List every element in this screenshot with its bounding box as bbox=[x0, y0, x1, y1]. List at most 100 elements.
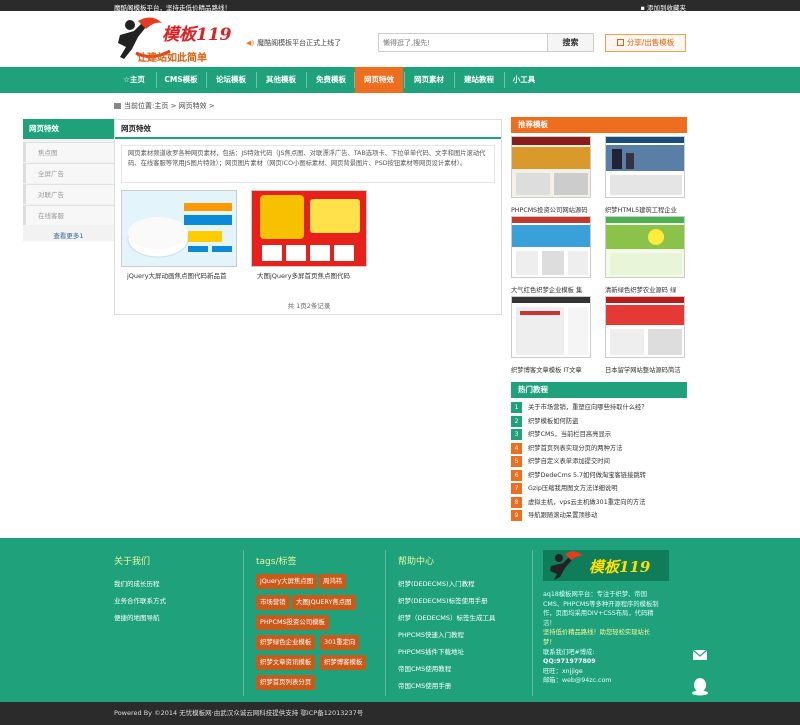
nav-free-templates[interactable]: 免费模板 bbox=[308, 67, 354, 93]
about-line: 作，页面均采用DIV+CSS布局，代码精 bbox=[543, 610, 654, 618]
nav-forum-templates[interactable]: 论坛模板 bbox=[208, 67, 254, 93]
qq-penguin-icon bbox=[692, 678, 708, 696]
list-item[interactable]: 8 虚拟主机，vps云主机做301重定向的方法 bbox=[511, 496, 687, 510]
recommend-title: 推荐模板 bbox=[511, 117, 687, 133]
footer-link[interactable]: PHPCMS快速入门教程 bbox=[398, 629, 464, 639]
tag[interactable]: 301重定向 bbox=[320, 635, 360, 650]
template-caption[interactable]: 日本留学网站整站源码简洁 bbox=[605, 365, 691, 374]
hot-tutorials-panel: 热门教程 1 关于市场营销，重塑应向哪些持取什么经？ 2 织梦模板如何防盗 3 织梦C… bbox=[511, 382, 687, 521]
template-caption[interactable]: 大气红色织梦企业模板 集 bbox=[511, 285, 597, 294]
footer-link[interactable]: 织梦(DEDECMS)入门教程 bbox=[398, 578, 475, 588]
template-thumbnail[interactable] bbox=[605, 296, 685, 358]
footer-logo: 模板119 bbox=[543, 550, 669, 581]
share-label: 分享/出售模板 bbox=[626, 38, 675, 47]
template-caption[interactable]: 织梦博客文章模板 IT文章 bbox=[511, 365, 597, 374]
router-image bbox=[122, 191, 236, 266]
logo-slogan: 让建站如此简单 bbox=[137, 53, 207, 64]
nav-tutorials[interactable]: 建站教程 bbox=[456, 67, 502, 93]
mail-icon bbox=[692, 649, 708, 660]
nav-cms-templates[interactable]: CMS模板 bbox=[158, 67, 204, 93]
nav-divider bbox=[156, 72, 157, 88]
nav-divider bbox=[454, 72, 455, 88]
template-thumbnail[interactable] bbox=[511, 216, 591, 278]
nav-divider bbox=[256, 72, 257, 88]
template-thumbnail[interactable] bbox=[511, 136, 591, 198]
list-item[interactable]: 6 织梦DedeCms 5.7如何做淘宝客链接跳转 bbox=[511, 469, 687, 483]
template-thumbnail[interactable] bbox=[511, 296, 591, 358]
nav-home[interactable]: ☆主页 bbox=[114, 67, 154, 93]
nav-divider bbox=[404, 72, 405, 88]
email-contact[interactable]: 邮箱：web@94zc.com bbox=[543, 676, 693, 686]
breadcrumb-home[interactable]: 主页 bbox=[154, 102, 168, 110]
footer-link[interactable]: 织梦(DEDECMS)标签使用手册 bbox=[398, 595, 488, 605]
template-thumbnail[interactable] bbox=[605, 216, 685, 278]
tag[interactable]: 大图JQUERY焦点图 bbox=[292, 595, 356, 610]
main-content: 网页特效 网页素材频道收罗各种网页素材，包括：JS特效代码（JS焦点图、对联漂浮… bbox=[114, 119, 502, 315]
item-caption[interactable]: 大图jQuery多屏首页焦点图代码 bbox=[257, 270, 385, 280]
list-item[interactable]: 4 织梦首页列表实现分页的两种方法 bbox=[511, 442, 687, 456]
template-caption[interactable]: 织梦HTML5建筑工程企业 bbox=[605, 205, 691, 214]
qq-button[interactable] bbox=[686, 672, 714, 700]
site-logo[interactable]: 模板119 让建站如此简单 bbox=[112, 15, 242, 64]
qq-contact[interactable]: QQ:971977809 bbox=[543, 657, 693, 667]
speaker-icon: ◀) bbox=[246, 39, 255, 47]
notice-text: 魔酷阁模板平台正式上线了 bbox=[257, 39, 342, 47]
about-line: 联系我们吧#博成: bbox=[543, 648, 595, 656]
search-button[interactable]: 搜索 bbox=[547, 34, 593, 51]
tag[interactable]: 周鸿祎 bbox=[319, 574, 347, 589]
wangwang-contact[interactable]: 旺旺：xnjjige bbox=[543, 667, 693, 677]
tag[interactable]: PHPCMS投资公司模板 bbox=[256, 615, 329, 630]
category-sidebar: 网页特效 焦点图 全屏广告 对联广告 在线客服 查看更多1 bbox=[23, 119, 114, 241]
footer-link[interactable]: 织梦（DEDECMS）标签生成工具 bbox=[398, 612, 496, 622]
logo-text: 模板119 bbox=[162, 25, 232, 45]
sidebar-item-couplet-ad[interactable]: 对联广告 bbox=[23, 184, 114, 204]
nav-other-templates[interactable]: 其他模板 bbox=[258, 67, 304, 93]
footer-link[interactable]: 帝国CMS使用手册 bbox=[398, 680, 451, 690]
footer: 关于我们 我们的成长历程 业务合作联系方式 便捷的地图导航 tags/标签 jQ… bbox=[0, 538, 800, 702]
share-icon bbox=[616, 39, 624, 46]
list-item[interactable]: 3 织梦CMS，当前栏目高亮显示 bbox=[511, 428, 687, 442]
sidebar-item-focus-image[interactable]: 焦点图 bbox=[23, 142, 114, 162]
sidebar-title: 网页特效 bbox=[23, 119, 114, 139]
template-thumbnail[interactable] bbox=[605, 136, 685, 198]
footer-link[interactable]: 业务合作联系方式 bbox=[114, 595, 166, 605]
copyright-bar: Powered By ©2014 无忧模板网·由武汉众诚云网科技提供支持 鄂IC… bbox=[0, 702, 800, 725]
list-item[interactable]: 2 织梦模板如何防盗 bbox=[511, 415, 687, 429]
share-button[interactable]: 分享/出售模板 bbox=[605, 34, 686, 52]
sidebar-more-link[interactable]: 查看更多1 bbox=[23, 230, 114, 240]
search-input[interactable] bbox=[379, 34, 547, 51]
notice[interactable]: ◀) 魔酷阁模板平台正式上线了 bbox=[246, 38, 341, 48]
nav-divider bbox=[206, 72, 207, 88]
category-description: 网页素材频道收罗各种网页素材，包括：JS特效代码（JS焦点图、对联漂浮广告、TA… bbox=[121, 145, 495, 183]
nav-web-materials[interactable]: 网页素材 bbox=[406, 67, 452, 93]
tag[interactable]: 织梦博客模板 bbox=[320, 655, 367, 670]
main-nav: ☆主页 CMS模板 论坛模板 其他模板 免费模板 网页特效 网页素材 建站教程 … bbox=[0, 67, 800, 93]
about-line: 梦！ bbox=[543, 639, 556, 646]
list-item[interactable]: 1 关于市场营销，重塑应向哪些持取什么经？ bbox=[511, 401, 687, 415]
about-line: 坚持低价精品路线！助您轻松实现站长 bbox=[543, 629, 651, 637]
list-item[interactable]: 9 导航跟随滚动呆置顶移动 bbox=[511, 509, 687, 523]
sidebar-item-fullscreen-ad[interactable]: 全屏广告 bbox=[23, 163, 114, 183]
message-button[interactable] bbox=[686, 641, 714, 669]
sidebar-item-online-service[interactable]: 在线客服 bbox=[23, 205, 114, 225]
tag[interactable]: jQuery大屏焦点图 bbox=[256, 574, 318, 589]
footer-link[interactable]: 我们的成长历程 bbox=[114, 578, 160, 588]
list-item[interactable]: 5 织梦自定义表单添加提交时间 bbox=[511, 455, 687, 469]
item-thumbnail[interactable] bbox=[121, 190, 237, 267]
footer-link[interactable]: 帝国CMS使用教程 bbox=[398, 663, 451, 673]
item-thumbnail[interactable] bbox=[251, 190, 367, 267]
tag[interactable]: 织梦文章资讯模板 bbox=[256, 655, 316, 670]
red-envelope-image bbox=[252, 191, 366, 266]
tag[interactable]: 织梦首页列表分页 bbox=[256, 675, 316, 690]
item-caption[interactable]: jQuery大屏动画焦点图代码新品首 bbox=[127, 270, 255, 280]
nav-web-effects[interactable]: 网页特效 bbox=[355, 67, 403, 93]
template-caption[interactable]: 清新绿色织梦农业源码 绿 bbox=[605, 285, 691, 294]
list-item[interactable]: 7 Gzip压缩我用图文方法详细说明 bbox=[511, 482, 687, 496]
breadcrumb-current[interactable]: 网页特效 bbox=[179, 102, 207, 110]
tag[interactable]: 市场营销 bbox=[256, 595, 290, 610]
template-caption[interactable]: PHPCMS投资公司网站源码 bbox=[511, 205, 597, 214]
footer-link[interactable]: 便捷的地图导航 bbox=[114, 612, 160, 622]
tag[interactable]: 织梦绿色企业模板 bbox=[256, 635, 316, 650]
nav-tools[interactable]: 小工具 bbox=[506, 67, 542, 93]
footer-link[interactable]: PHPCMS插件下载地址 bbox=[398, 646, 464, 656]
